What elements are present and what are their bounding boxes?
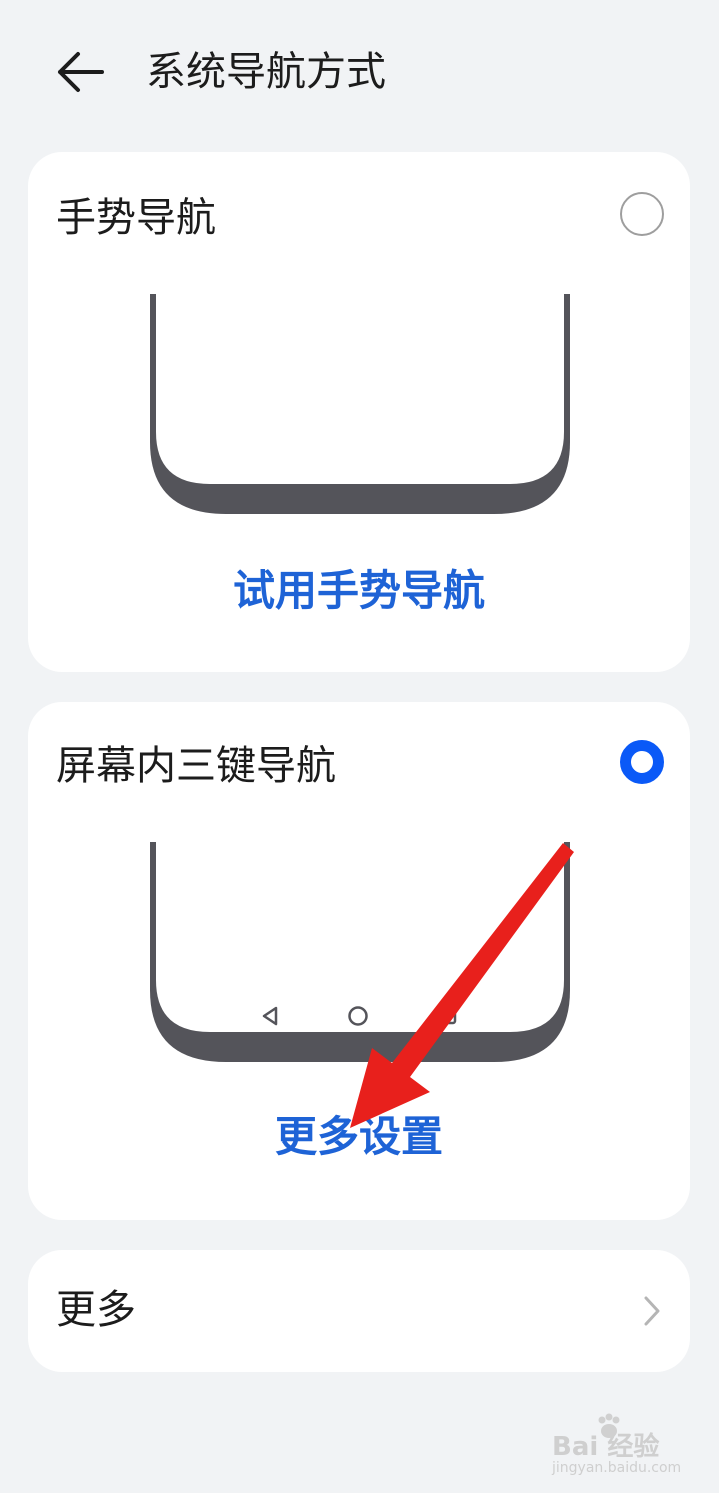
page-title: 系统导航方式: [146, 49, 386, 95]
more-settings-link[interactable]: 更多设置: [28, 1108, 690, 1166]
chevron-right-icon: [644, 1296, 660, 1326]
back-button[interactable]: [50, 46, 110, 98]
more-label: 更多: [56, 1287, 136, 1333]
phone-illustration: [150, 294, 570, 514]
phone-illustration: [150, 842, 570, 1062]
baidu-watermark: Bai 经验 jingyan.baidu.com: [552, 1412, 702, 1482]
paw-icon: [598, 1413, 620, 1438]
arrow-left-icon: [58, 52, 104, 92]
three-key-navigation-card[interactable]: 屏幕内三键导航 更多设置: [28, 702, 690, 1220]
gesture-navigation-title: 手势导航: [56, 195, 216, 241]
gesture-navigation-card[interactable]: 手势导航 试用手势导航: [28, 152, 690, 672]
try-gesture-navigation-link[interactable]: 试用手势导航: [28, 562, 690, 620]
watermark-site: jingyan.baidu.com: [552, 1460, 682, 1476]
three-key-navigation-title: 屏幕内三键导航: [56, 743, 336, 789]
gesture-navigation-radio[interactable]: [620, 192, 664, 236]
three-key-navigation-radio[interactable]: [620, 740, 664, 784]
more-row[interactable]: 更多: [28, 1250, 690, 1372]
title-bar: 系统导航方式: [0, 0, 719, 150]
